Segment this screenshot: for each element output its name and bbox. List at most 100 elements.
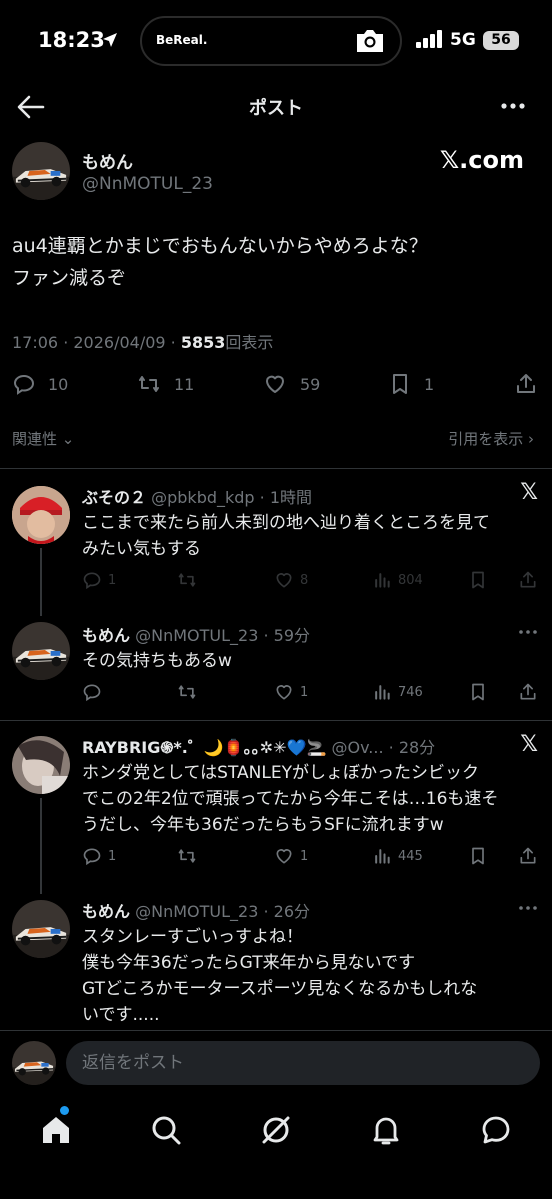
reply-author-handle[interactable]: @NnMOTUL_23 · 26分 <box>135 902 310 921</box>
reply-author-name[interactable]: ぶその２ <box>82 488 146 507</box>
bookmark-button[interactable]: 1 <box>388 372 434 396</box>
share-icon <box>514 372 538 396</box>
reply-header: RAYBRIG֍*.゜🌙🏮｡｡✲✳💙🚬 @Ov... · 28分 <box>82 734 435 758</box>
reply-icon <box>82 570 102 590</box>
share-icon <box>518 846 538 866</box>
share-button[interactable] <box>518 846 538 866</box>
reply-text-line: いです..... <box>82 1005 160 1025</box>
post-text: au4連覇とかまじでおもんないからやめろよな？ ファン減るぞ <box>12 230 537 294</box>
reply-count: 1 <box>108 572 117 588</box>
sort-relevance-dropdown[interactable]: 関連性 ⌄ <box>12 428 74 449</box>
bell-icon[interactable] <box>366 1110 406 1150</box>
bookmark-button[interactable] <box>468 570 488 590</box>
share-button[interactable] <box>514 372 538 396</box>
reply-button[interactable]: 10 <box>12 372 68 396</box>
dynamic-island[interactable]: BeReal. <box>140 16 402 66</box>
repost-icon <box>176 846 198 866</box>
reply-actions: 1 8 804 <box>82 570 542 592</box>
post-meta: 17:06 · 2026/04/09 · 5853回表示 <box>12 329 273 353</box>
avatar <box>12 1041 56 1085</box>
like-icon <box>274 682 294 702</box>
nav-header: ポスト <box>0 86 552 126</box>
quotes-label: 引用を表示 <box>448 430 524 448</box>
view-count: 5853 <box>180 333 226 352</box>
home-icon[interactable] <box>36 1110 76 1150</box>
reply-header: もめん @NnMOTUL_23 · 26分 <box>82 898 310 922</box>
location-arrow-icon <box>103 33 117 47</box>
reply-input[interactable]: 返信をポスト <box>66 1041 540 1085</box>
reply-text: その気持ちもあるw <box>82 648 542 674</box>
reply-author-handle[interactable]: @NnMOTUL_23 · 59分 <box>135 626 310 645</box>
notification-dot <box>60 1106 69 1115</box>
sort-row: 関連性 ⌄ 引用を表示 › <box>0 428 552 448</box>
reply-text-line: みたい気もする <box>82 539 201 559</box>
like-button[interactable]: 8 <box>274 570 308 590</box>
bookmark-icon <box>468 682 488 702</box>
reply-header: もめん @NnMOTUL_23 · 59分 <box>82 622 310 646</box>
reply-actions: 1 746 <box>82 682 542 704</box>
repost-button[interactable]: 11 <box>136 372 194 396</box>
author-handle[interactable]: @NnMOTUL_23 <box>82 174 213 194</box>
reply-text-line: 僕も今年36だったらGT来年から見ないです <box>82 953 416 973</box>
reply-count: 10 <box>48 374 69 394</box>
page-title: ポスト <box>249 98 303 119</box>
avatar[interactable] <box>12 486 70 544</box>
avatar[interactable] <box>12 900 70 958</box>
reply-text-line: うだし、今年も36だったらもうSFに流れますw <box>82 815 444 835</box>
view-count: 746 <box>398 684 423 700</box>
battery-level: 56 <box>483 31 519 50</box>
reply-button[interactable]: 1 <box>82 570 116 590</box>
reply-button[interactable]: 1 <box>82 846 116 866</box>
author-name[interactable]: もめん <box>82 148 133 173</box>
bookmark-button[interactable] <box>468 682 488 702</box>
camera-icon <box>357 30 383 52</box>
reply-text-line: でこの2年2位で頑張ってたから今年こそは…16も速そ <box>82 789 499 809</box>
share-button[interactable] <box>518 682 538 702</box>
divider <box>0 468 552 469</box>
more-icon[interactable] <box>500 96 526 116</box>
reply-text: ホンダ党としてはSTANLEYがしょぼかったシビック でこの2年2位で頑張ってた… <box>82 760 542 838</box>
x-logo-icon: 𝕏 <box>520 480 538 505</box>
avatar[interactable] <box>12 622 70 680</box>
like-button[interactable]: 1 <box>274 682 308 702</box>
repost-button[interactable] <box>176 682 198 702</box>
reply-author-name[interactable]: もめん <box>82 626 130 645</box>
repost-button[interactable] <box>176 846 198 866</box>
repost-count: 11 <box>174 374 195 394</box>
reply-button[interactable] <box>82 682 108 702</box>
island-app-label: BeReal. <box>156 33 208 47</box>
messages-icon[interactable] <box>476 1110 516 1150</box>
reply-text: ここまで来たら前人未到の地へ辿り着くところを見て みたい気もする <box>82 510 542 562</box>
repost-button[interactable] <box>176 570 198 590</box>
reply-icon <box>82 846 102 866</box>
grok-icon[interactable] <box>256 1110 296 1150</box>
views-button[interactable]: 445 <box>372 846 423 866</box>
network-type: 5G <box>450 30 476 50</box>
views-button[interactable]: 804 <box>372 570 423 590</box>
view-quotes-link[interactable]: 引用を表示 › <box>448 428 534 449</box>
like-button[interactable]: 1 <box>274 846 308 866</box>
status-bar: 18:23 BeReal. 5G 56 <box>0 0 552 80</box>
avatar[interactable] <box>12 736 70 794</box>
search-icon[interactable] <box>146 1110 186 1150</box>
reply-author-handle[interactable]: @Ov... · 28分 <box>331 738 435 757</box>
views-button[interactable]: 746 <box>372 682 423 702</box>
more-icon[interactable] <box>518 904 538 912</box>
bookmark-button[interactable] <box>468 846 488 866</box>
avatar[interactable] <box>12 142 70 200</box>
reply-text-line: ここまで来たら前人未到の地へ辿り着くところを見て <box>82 513 490 533</box>
view-count: 804 <box>398 572 423 588</box>
like-button[interactable]: 59 <box>262 372 320 396</box>
divider <box>0 720 552 721</box>
chevron-down-icon: ⌄ <box>61 430 75 448</box>
reply-author-name[interactable]: RAYBRIG֍*.゜🌙🏮｡｡✲✳💙🚬 <box>82 738 326 757</box>
more-icon[interactable] <box>518 628 538 636</box>
reply-author-name[interactable]: もめん <box>82 902 130 921</box>
tab-bar <box>0 1100 552 1160</box>
reply-author-handle[interactable]: @pbkbd_kdp · 1時間 <box>151 488 312 507</box>
views-label: 回表示 <box>225 333 274 352</box>
bookmark-icon <box>388 372 412 396</box>
share-button[interactable] <box>518 570 538 590</box>
like-icon <box>274 846 294 866</box>
post-timestamp: 17:06 · 2026/04/09 · <box>12 333 181 352</box>
